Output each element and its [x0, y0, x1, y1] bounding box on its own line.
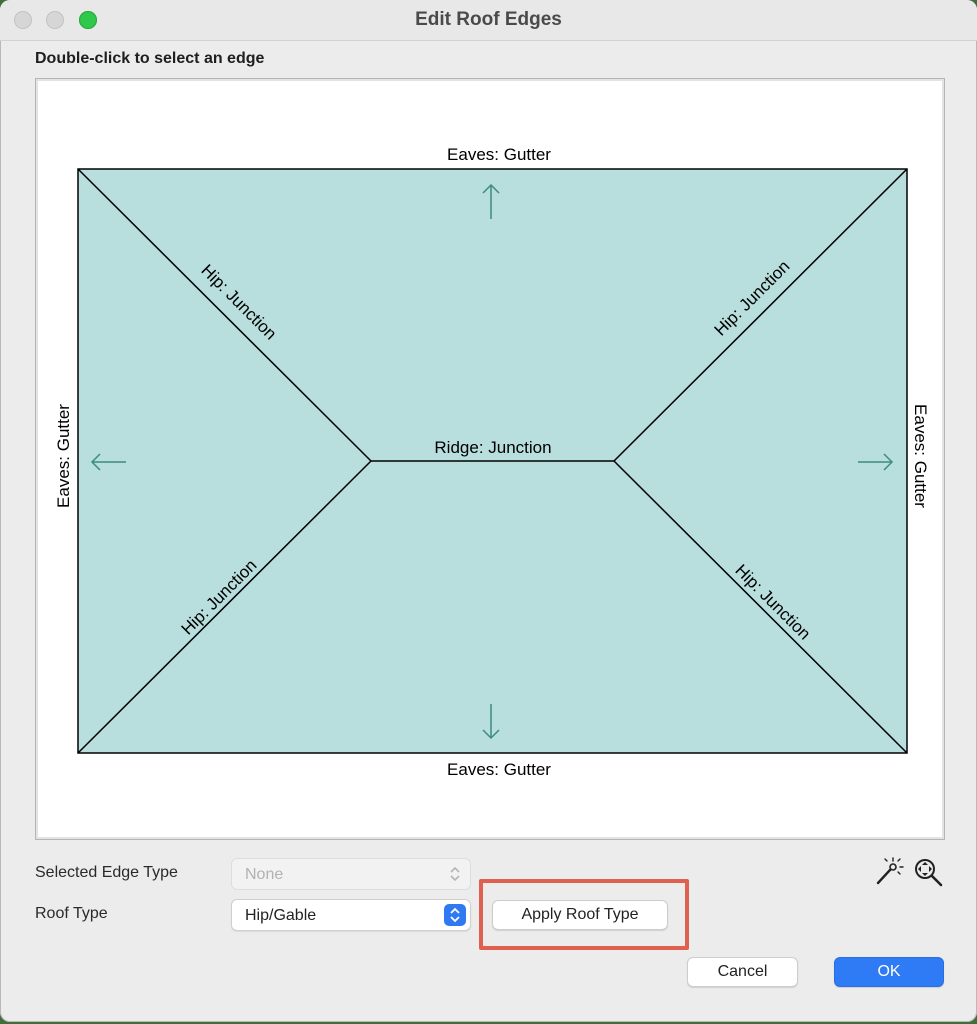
bottom-edge-label[interactable]: Eaves: Gutter: [447, 760, 551, 779]
window-title: Edit Roof Edges: [415, 9, 562, 30]
highlight-annotation: [479, 879, 689, 950]
selected-edge-type-value: None: [245, 866, 284, 883]
ridge-label[interactable]: Ridge: Junction: [434, 438, 551, 457]
ok-button[interactable]: OK: [834, 957, 944, 987]
title-bar: Edit Roof Edges: [0, 0, 977, 41]
zoom-fit-icon[interactable]: [912, 856, 944, 888]
roof-diagram[interactable]: Eaves: Gutter Eaves: Gutter Ridge: Junct…: [36, 79, 944, 839]
selected-edge-type-select: None: [231, 858, 471, 890]
instruction-text: Double-click to select an edge: [35, 50, 265, 67]
stepper-chevron-icon[interactable]: [444, 904, 466, 926]
stepper-chevron-icon: [450, 866, 460, 882]
top-edge-label[interactable]: Eaves: Gutter: [447, 145, 551, 164]
roof-type-label: Roof Type: [35, 905, 108, 922]
left-edge-label[interactable]: Eaves: Gutter: [54, 404, 73, 508]
magic-wand-icon[interactable]: [872, 856, 904, 888]
roof-type-value: Hip/Gable: [245, 907, 317, 924]
right-edge-label[interactable]: Eaves: Gutter: [911, 404, 930, 508]
edit-roof-edges-dialog: Edit Roof Edges Double-click to select a…: [0, 0, 977, 1022]
roof-type-select[interactable]: Hip/Gable: [231, 899, 471, 931]
selected-edge-type-label: Selected Edge Type: [35, 864, 178, 881]
cancel-button[interactable]: Cancel: [687, 957, 798, 987]
roof-edge-canvas[interactable]: Eaves: Gutter Eaves: Gutter Ridge: Junct…: [35, 78, 945, 840]
